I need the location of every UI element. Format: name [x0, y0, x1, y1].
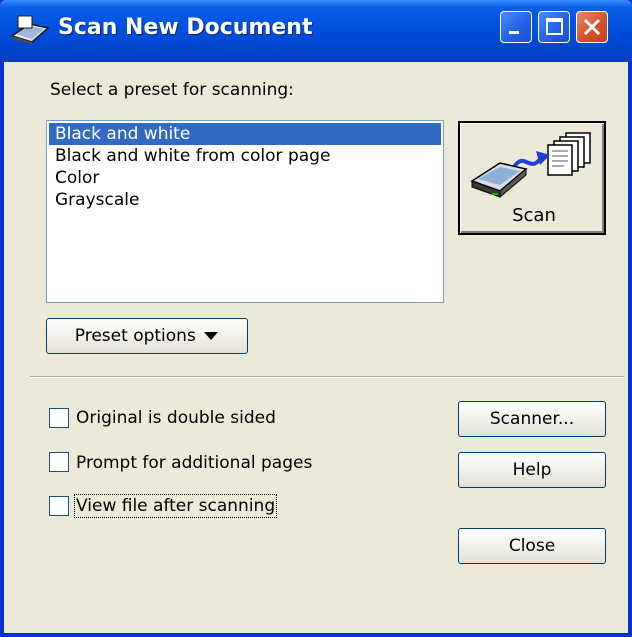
scan-underline: Scan	[512, 205, 556, 226]
additional-pages-label[interactable]: Prompt for additional pages	[76, 453, 312, 473]
scanner-icon	[10, 15, 50, 44]
minimize-icon	[509, 31, 519, 34]
preset-options-button[interactable]: Preset options	[46, 318, 248, 354]
scan-button-label: Scan	[460, 205, 608, 226]
maximize-icon	[546, 18, 563, 35]
double-sided-label[interactable]: Original is double sided	[76, 408, 276, 428]
preset-list[interactable]: Black and white Black and white from col…	[46, 120, 444, 303]
close-icon	[583, 18, 601, 36]
help-button[interactable]: Help	[458, 452, 606, 488]
view-file-label[interactable]: View file after scanning	[73, 494, 278, 518]
triangle-down-icon	[204, 332, 219, 340]
minimize-button[interactable]	[500, 11, 532, 43]
preset-item-black-and-white-from-color[interactable]: Black and white from color page	[47, 145, 443, 167]
preset-item-color[interactable]: Color	[47, 167, 443, 189]
close-button[interactable]: Close	[458, 528, 606, 564]
preset-item-black-and-white[interactable]: Black and white	[49, 123, 441, 145]
preset-options-label: Preset options	[74, 326, 196, 346]
scanner-to-pages-icon	[470, 132, 591, 199]
title-bar[interactable]: Scan New Document	[0, 0, 632, 62]
window-title: Scan New Document	[58, 15, 313, 40]
section-divider	[30, 376, 624, 378]
preset-item-grayscale[interactable]: Grayscale	[47, 189, 443, 211]
view-file-checkbox[interactable]	[49, 496, 69, 516]
additional-pages-checkbox[interactable]	[49, 452, 69, 472]
preset-prompt-label: Select a preset for scanning:	[50, 80, 294, 100]
close-window-button[interactable]	[576, 11, 608, 43]
maximize-button[interactable]	[538, 11, 570, 43]
double-sided-checkbox[interactable]	[49, 408, 69, 428]
scanner-button[interactable]: Scanner...	[458, 401, 606, 437]
scan-button[interactable]: Scan	[458, 121, 606, 235]
